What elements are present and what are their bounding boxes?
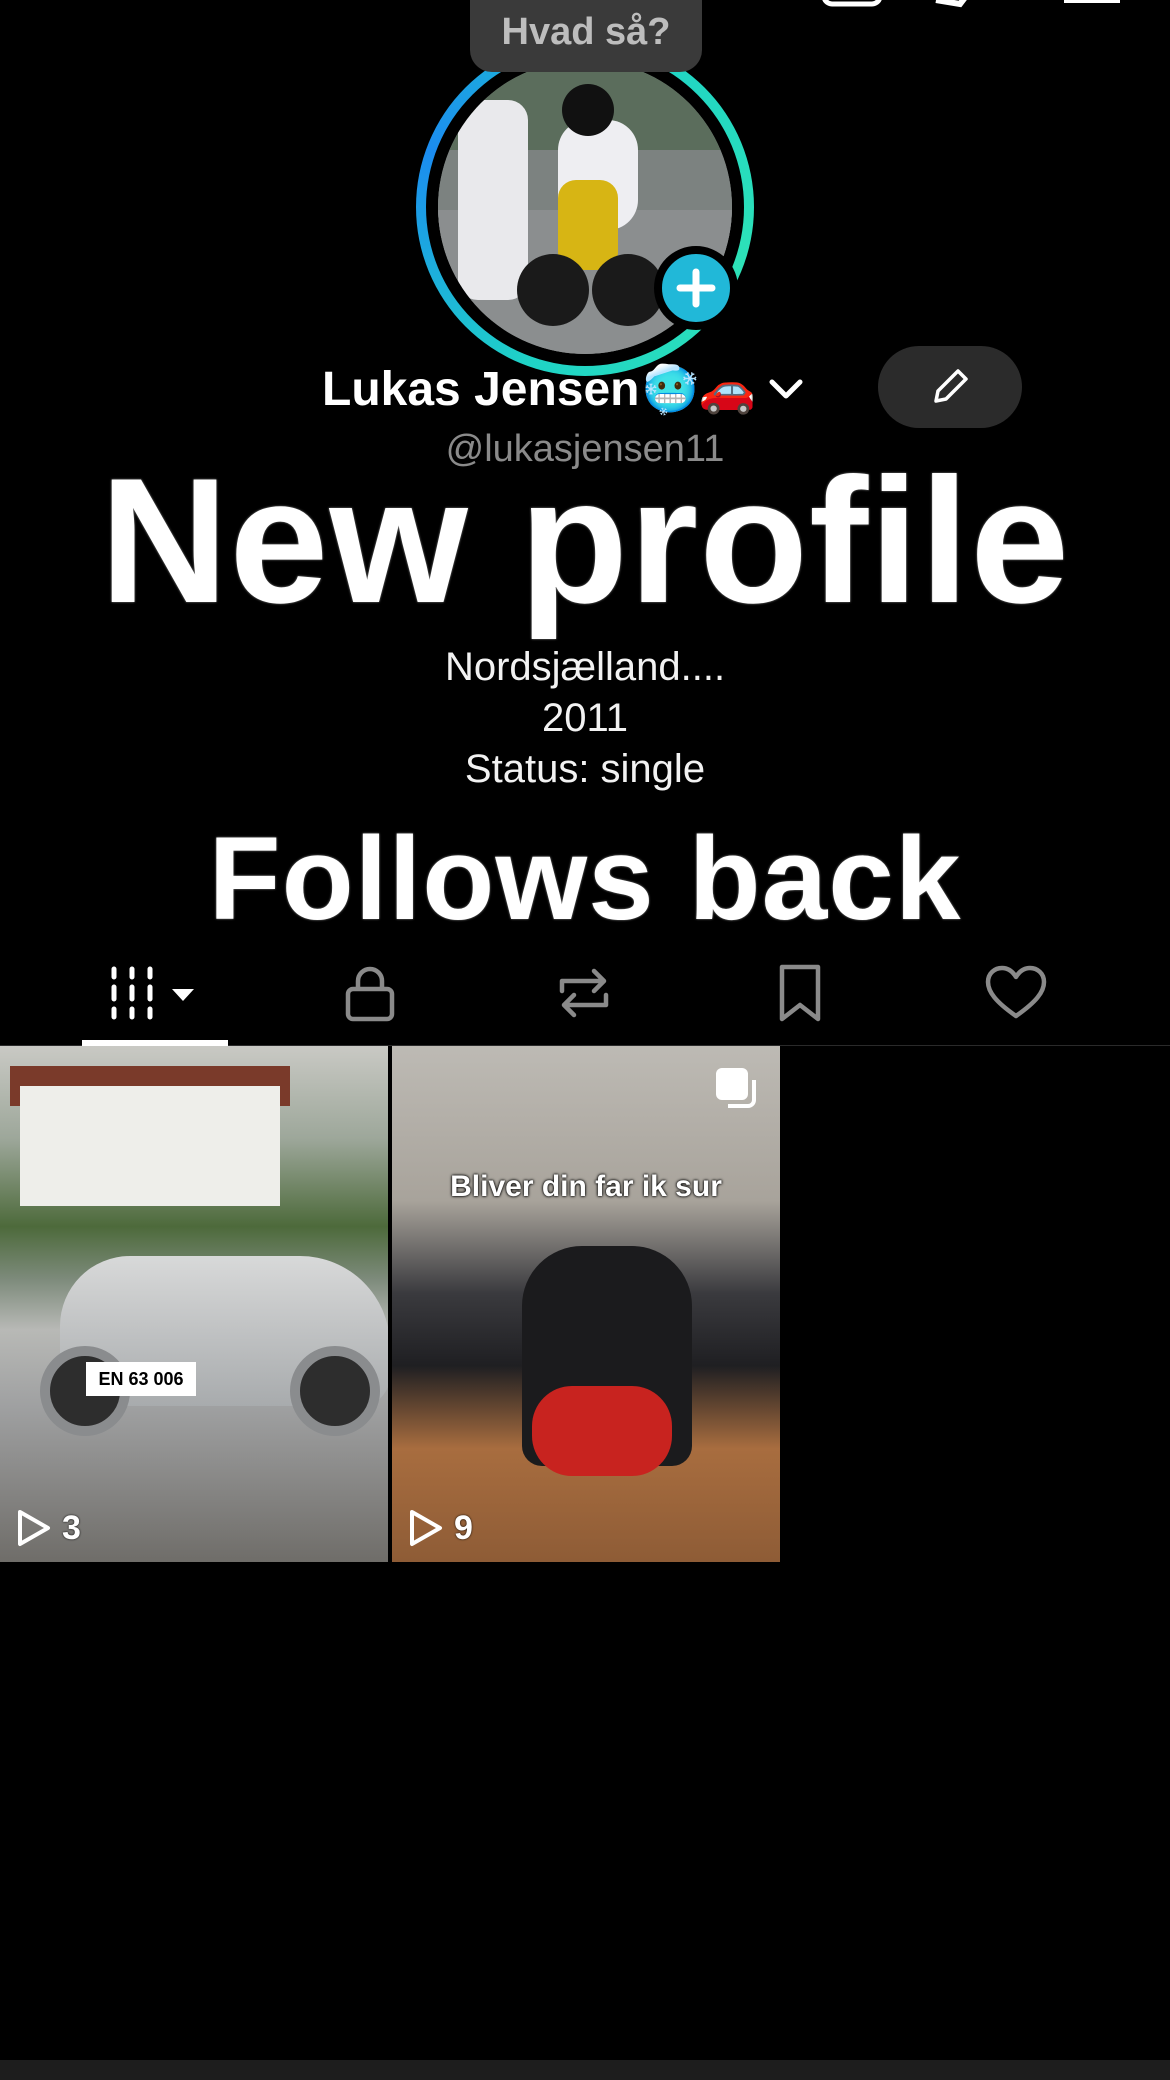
thumbnail-wheel xyxy=(290,1346,380,1436)
add-story-button[interactable] xyxy=(654,246,738,330)
chevron-down-icon[interactable] xyxy=(766,374,806,404)
profile-name-emojis: 🥶🚗 xyxy=(641,362,757,415)
video-thumbnail[interactable]: Bliver din far ik sur 9 xyxy=(392,1046,780,1562)
play-icon xyxy=(410,1510,442,1546)
video-caption: Bliver din far ik sur xyxy=(450,1170,722,1203)
view-count-value: 3 xyxy=(62,1508,81,1547)
add-friend-icon[interactable] xyxy=(40,0,100,10)
bottom-navigation-bar xyxy=(0,2060,1170,2080)
thumbnail-scene xyxy=(20,1086,280,1206)
profile-name: Lukas Jensen xyxy=(322,362,640,416)
view-count: 3 xyxy=(16,1508,81,1548)
bio-line: Nordsjælland.... xyxy=(444,645,726,689)
tab-videos[interactable] xyxy=(82,958,228,1028)
heart-icon xyxy=(985,965,1047,1019)
footprint-icon[interactable] xyxy=(930,0,990,10)
creator-tools-icon[interactable] xyxy=(820,0,884,10)
pencil-icon xyxy=(934,369,968,403)
edit-profile-button[interactable] xyxy=(878,346,1022,428)
profile-avatar[interactable] xyxy=(416,38,754,376)
view-count-value: 9 xyxy=(454,1508,473,1547)
overlay-text-follows-back: Follows back xyxy=(208,813,962,945)
bookmark-icon xyxy=(779,964,821,1022)
multi-clip-icon xyxy=(716,1068,756,1108)
menu-icon[interactable] xyxy=(1060,0,1124,10)
play-icon xyxy=(18,1510,50,1546)
bio-line: 2011 xyxy=(541,696,628,740)
tab-liked[interactable] xyxy=(976,958,1056,1028)
repost-icon xyxy=(559,968,609,1018)
profile-tab-bar xyxy=(0,940,1170,1046)
lock-icon xyxy=(345,966,395,1022)
profile-note[interactable]: Hvad så? xyxy=(470,0,702,72)
view-count: 9 xyxy=(408,1508,473,1548)
thumbnail-bike xyxy=(532,1386,672,1476)
grid-icon xyxy=(111,966,194,1020)
plus-icon xyxy=(676,268,716,308)
tab-favorites[interactable] xyxy=(760,958,840,1028)
overlay-text-new-profile: New profile xyxy=(99,441,1071,640)
tab-reposts[interactable] xyxy=(544,958,624,1028)
license-plate: EN 63 006 xyxy=(86,1362,196,1396)
bio-line: Status: single xyxy=(464,747,706,791)
tab-private[interactable] xyxy=(330,958,410,1028)
video-thumbnail[interactable]: EN 63 006 3 xyxy=(0,1046,388,1562)
profile-name-row[interactable]: Lukas Jensen 🥶🚗 xyxy=(322,354,806,424)
